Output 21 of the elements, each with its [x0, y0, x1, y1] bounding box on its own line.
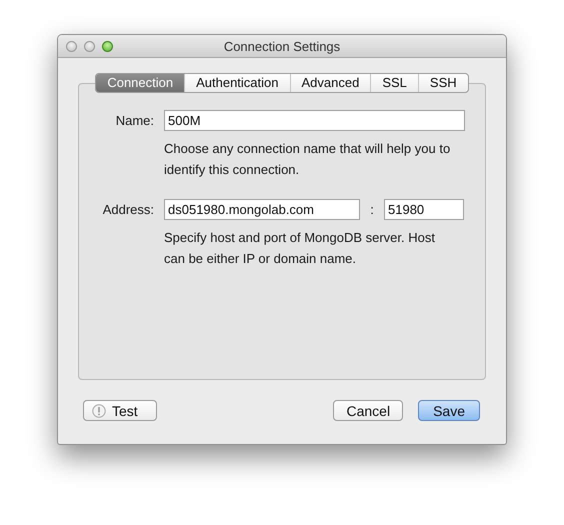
zoom-button[interactable]	[102, 40, 113, 52]
field-label: Name:	[114, 113, 155, 128]
close-button[interactable]	[66, 40, 77, 52]
window-title: Connection Settings	[224, 38, 340, 54]
tab[interactable]: Connection	[96, 74, 184, 92]
hint-text: Specify host and port of MongoDB server. Host can be either IP or domain name.	[164, 229, 436, 268]
tab[interactable]: SSH	[418, 74, 468, 92]
field-label: Address:	[102, 202, 155, 217]
save-button[interactable]: Save	[418, 400, 480, 421]
tab[interactable]: Authentication	[184, 74, 290, 92]
cancel-button[interactable]: Cancel	[333, 400, 404, 421]
tab[interactable]: Advanced	[290, 74, 370, 92]
warning-icon	[92, 404, 106, 418]
port-field[interactable]: 51980	[384, 199, 464, 220]
tab[interactable]: SSL	[370, 74, 418, 92]
hint-text: Choose any connection name that will help you to identify this connection.	[164, 140, 452, 179]
port-separator: :	[369, 202, 375, 217]
address-field[interactable]: ds051980.mongolab.com	[164, 199, 360, 220]
name-field[interactable]: 500M	[164, 110, 465, 131]
minimize-button[interactable]	[84, 40, 95, 52]
test-button[interactable]: Test	[83, 400, 157, 421]
